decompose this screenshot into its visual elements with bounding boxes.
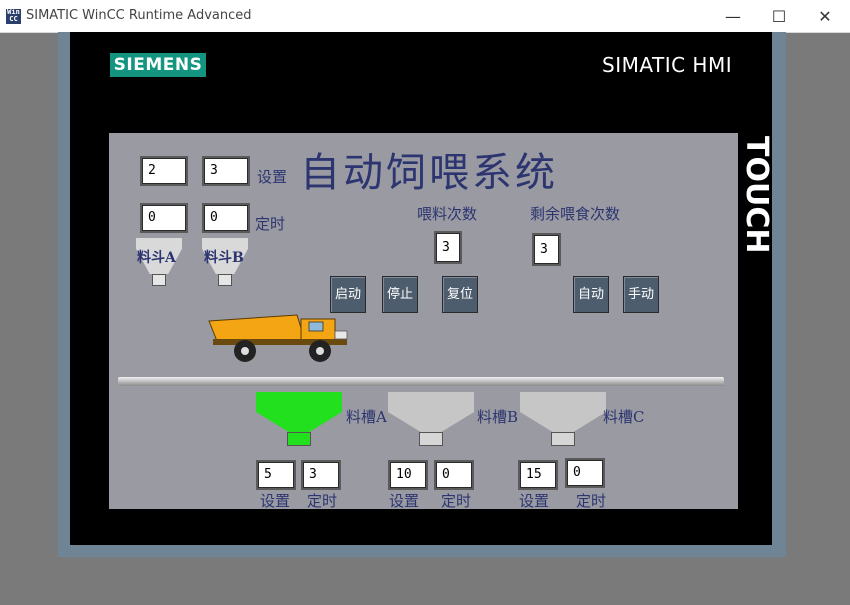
trough-c-timer-field[interactable]: 0 (565, 458, 605, 488)
setting-label: 设置 (257, 168, 288, 186)
remaining-count-field[interactable]: 3 (532, 233, 561, 266)
trough-a (256, 392, 342, 458)
trough-b (388, 392, 474, 458)
reset-button[interactable]: 复位 (442, 276, 478, 313)
hopper-a-timer-field[interactable]: 0 (140, 203, 188, 233)
trough-a-timer-label: 定时 (307, 492, 338, 510)
hopper-b-setting-field[interactable]: 3 (202, 156, 250, 186)
maximize-button[interactable]: ☐ (756, 0, 802, 32)
hopper-b-outlet (218, 274, 232, 286)
feed-count-label: 喂料次数 (417, 205, 478, 223)
window-titlebar: Win CC SIMATIC WinCC Runtime Advanced — ☐… (0, 0, 850, 33)
trough-a-label: 料槽A (346, 408, 387, 426)
manual-button[interactable]: 手动 (623, 276, 659, 313)
trough-c (520, 392, 606, 458)
remaining-count-label: 剩余喂食次数 (530, 205, 621, 223)
trough-b-timer-label: 定时 (441, 492, 472, 510)
trough-b-outlet (419, 432, 443, 446)
trough-b-setting-label: 设置 (389, 492, 420, 510)
trough-c-label: 料槽C (603, 408, 645, 426)
trough-c-setting-label: 设置 (519, 492, 550, 510)
trough-a-setting-label: 设置 (260, 492, 291, 510)
minimize-button[interactable]: — (710, 0, 756, 32)
dump-truck-icon (208, 314, 348, 362)
trough-a-outlet (287, 432, 311, 446)
trough-b-label: 料槽B (477, 408, 519, 426)
close-button[interactable]: ✕ (802, 0, 848, 32)
page-title: 自动饲喂系统 (300, 150, 558, 196)
hopper-a-label: 料斗A (137, 250, 176, 266)
siemens-logo: SIEMENS (110, 53, 206, 77)
trough-a-setting-field[interactable]: 5 (256, 460, 296, 490)
trough-a-body (256, 392, 342, 432)
trough-b-setting-field[interactable]: 10 (388, 460, 428, 490)
trough-c-body (520, 392, 606, 432)
conveyor-rail (118, 377, 724, 386)
trough-b-body (388, 392, 474, 432)
hopper-b-label: 料斗B (204, 250, 244, 266)
trough-c-timer-label: 定时 (576, 492, 607, 510)
touch-side-label: TOUCH (739, 136, 774, 254)
trough-c-setting-field[interactable]: 15 (518, 460, 558, 490)
device-model-label: SIMATIC HMI (602, 53, 733, 77)
hopper-a-outlet (152, 274, 166, 286)
auto-button[interactable]: 自动 (573, 276, 609, 313)
stop-button[interactable]: 停止 (382, 276, 418, 313)
hopper-a-setting-field[interactable]: 2 (140, 156, 188, 186)
window-title: SIMATIC WinCC Runtime Advanced (26, 8, 252, 23)
trough-b-timer-field[interactable]: 0 (434, 460, 474, 490)
trough-c-outlet (551, 432, 575, 446)
timer-label: 定时 (255, 215, 286, 233)
hopper-b-timer-field[interactable]: 0 (202, 203, 250, 233)
feed-count-field[interactable]: 3 (434, 231, 462, 264)
wincc-app-icon: Win CC (6, 8, 21, 24)
trough-a-timer-field[interactable]: 3 (301, 460, 341, 490)
